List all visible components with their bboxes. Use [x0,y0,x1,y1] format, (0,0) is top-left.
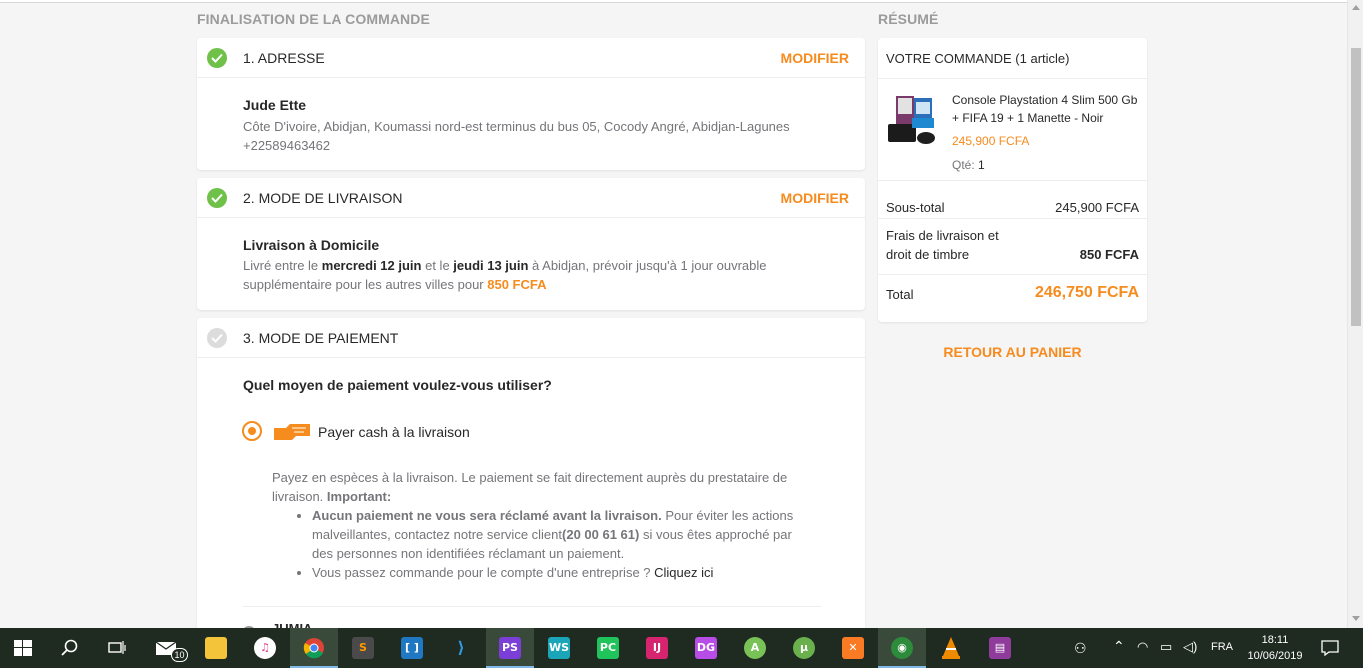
payment-header: 3. MODE DE PAIEMENT [197,318,865,358]
people-icon[interactable]: ⚇ [1074,640,1087,657]
subtotal-value: 245,900 FCFA [1055,200,1139,215]
android-studio-icon[interactable]: A [731,628,779,668]
divider [243,606,821,607]
back-to-cart-link[interactable]: RETOUR AU PANIER [878,344,1147,360]
click-here-link[interactable]: Cliquez ici [654,565,713,580]
address-card: 1. ADRESSE MODIFIER Jude Ette Côte D'ivo… [197,38,865,170]
order-heading: VOTRE COMMANDE (1 article) [886,51,1070,66]
scroll-up-icon[interactable] [1352,5,1360,10]
delivery-header: 2. MODE DE LIVRAISON MODIFIER [197,178,865,218]
itunes-icon[interactable]: ♫ [241,628,289,668]
list-item: Aucun paiement ne vous sera réclamé avan… [312,506,812,563]
divider [878,218,1147,219]
delivery-method: Livraison à Domicile [243,237,380,253]
cash-on-delivery-label[interactable]: Payer cash à la livraison [318,424,470,440]
check-icon [207,328,227,348]
checkout-section-title: FINALISATION DE LA COMMANDE [197,11,430,27]
divider [878,78,1147,79]
task-view-icon[interactable] [93,628,141,668]
payment-card: 3. MODE DE PAIEMENT Quel moyen de paieme… [197,318,865,640]
subtotal-row: Sous-total 245,900 FCFA [886,200,1139,215]
utorrent-icon[interactable]: µ [780,628,828,668]
important-label: Important: [326,489,392,504]
delivery-date-end: jeudi 13 juin [453,258,529,273]
datagrip-icon[interactable]: DG [682,628,730,668]
delivery-fee: 850 FCFA [487,277,547,292]
check-icon [207,48,227,68]
webstorm-icon[interactable]: WS [535,628,583,668]
modify-delivery-button[interactable]: MODIFIER [781,190,849,206]
address-step-title: 1. ADRESSE [243,50,325,66]
delivery-date-start: mercredi 12 juin [321,258,422,273]
chrome-icon[interactable] [290,628,338,668]
vscode-icon[interactable]: ⟩ [437,628,485,668]
divider [878,180,1147,181]
page-scrollbar[interactable] [1347,0,1363,628]
product-name[interactable]: Console Playstation 4 Slim 500 Gb + FIFA… [952,91,1140,127]
mail-badge: 10 [171,648,188,662]
network-app-icon[interactable]: ◉ [878,628,926,668]
delivery-card: 2. MODE DE LIVRAISON MODIFIER Livraison … [197,178,865,310]
total-label: Total [886,287,914,302]
check-icon [207,188,227,208]
clock-date: 10/06/2019 [1247,650,1303,662]
product-image[interactable] [888,94,936,148]
product-quantity: Qté: 1 [952,158,985,172]
scroll-down-icon[interactable] [1352,616,1360,621]
summary-section-title: RÉSUMÉ [878,11,939,27]
total-value: 246,750 FCFA [1034,284,1139,301]
shipping-value: 850 FCFA [1079,247,1139,262]
volume-icon[interactable]: ◁) [1183,639,1197,655]
wifi-icon[interactable]: ◠ [1137,639,1148,655]
language-indicator[interactable]: FRA [1211,641,1233,653]
winrar-icon[interactable]: ▤ [976,628,1024,668]
intellij-icon[interactable]: IJ [633,628,681,668]
windows-start-icon[interactable] [0,628,48,668]
shipping-row: Frais de livraison et droit de timbre 85… [886,226,1139,264]
mail-icon[interactable]: 10 [143,628,191,668]
order-summary-card: VOTRE COMMANDE (1 article) Console Plays… [878,38,1147,322]
address-line: Côte D'ivoire, Abidjan, Koumassi nord-es… [243,119,790,134]
file-explorer-icon[interactable] [192,628,240,668]
list-item: Vous passez commande pour le compte d'un… [312,563,812,582]
address-header: 1. ADRESSE MODIFIER [197,38,865,78]
total-row: Total 246,750 FCFA [886,284,1139,302]
product-price: 245,900 FCFA [952,134,1030,148]
shipping-label: Frais de livraison et droit de timbre [886,228,999,262]
delivery-info: Livré entre le mercredi 12 juin et le je… [243,258,767,292]
subtotal-label: Sous-total [886,200,945,215]
xampp-icon[interactable]: ✕ [829,628,877,668]
windows-taskbar: 10 ♫ S [ ] ⟩ PS WS PC IJ DG A µ ✕ ◉ ▤ ⚇ … [0,628,1363,668]
clock-time: 18:11 [1261,634,1289,646]
page-top-border [0,0,1347,3]
payment-step-title: 3. MODE DE PAIEMENT [243,330,399,346]
notifications-icon[interactable] [1321,639,1339,662]
delivery-step-title: 2. MODE DE LIVRAISON [243,190,403,206]
cash-hand-icon [272,422,312,447]
cash-on-delivery-radio[interactable] [242,421,262,441]
customer-name: Jude Ette [243,97,307,113]
modify-address-button[interactable]: MODIFIER [781,50,849,66]
phone-number: +22589463462 [243,138,331,153]
battery-icon[interactable]: ▭ [1160,639,1172,655]
divider [878,274,1147,275]
payment-question: Quel moyen de paiement voulez-vous utili… [243,377,552,393]
brackets-icon[interactable]: [ ] [388,628,436,668]
search-icon[interactable] [46,628,94,668]
scroll-thumb[interactable] [1351,48,1361,326]
pycharm-icon[interactable]: PC [584,628,632,668]
sublime-text-icon[interactable]: S [339,628,387,668]
clock[interactable]: 18:11 10/06/2019 [1240,632,1310,664]
chevron-up-icon[interactable]: ⌃ [1113,638,1125,655]
phpstorm-icon[interactable]: PS [486,628,534,668]
payment-description: Payez en espèces à la livraison. Le paie… [272,468,812,582]
vlc-icon[interactable] [927,628,975,668]
